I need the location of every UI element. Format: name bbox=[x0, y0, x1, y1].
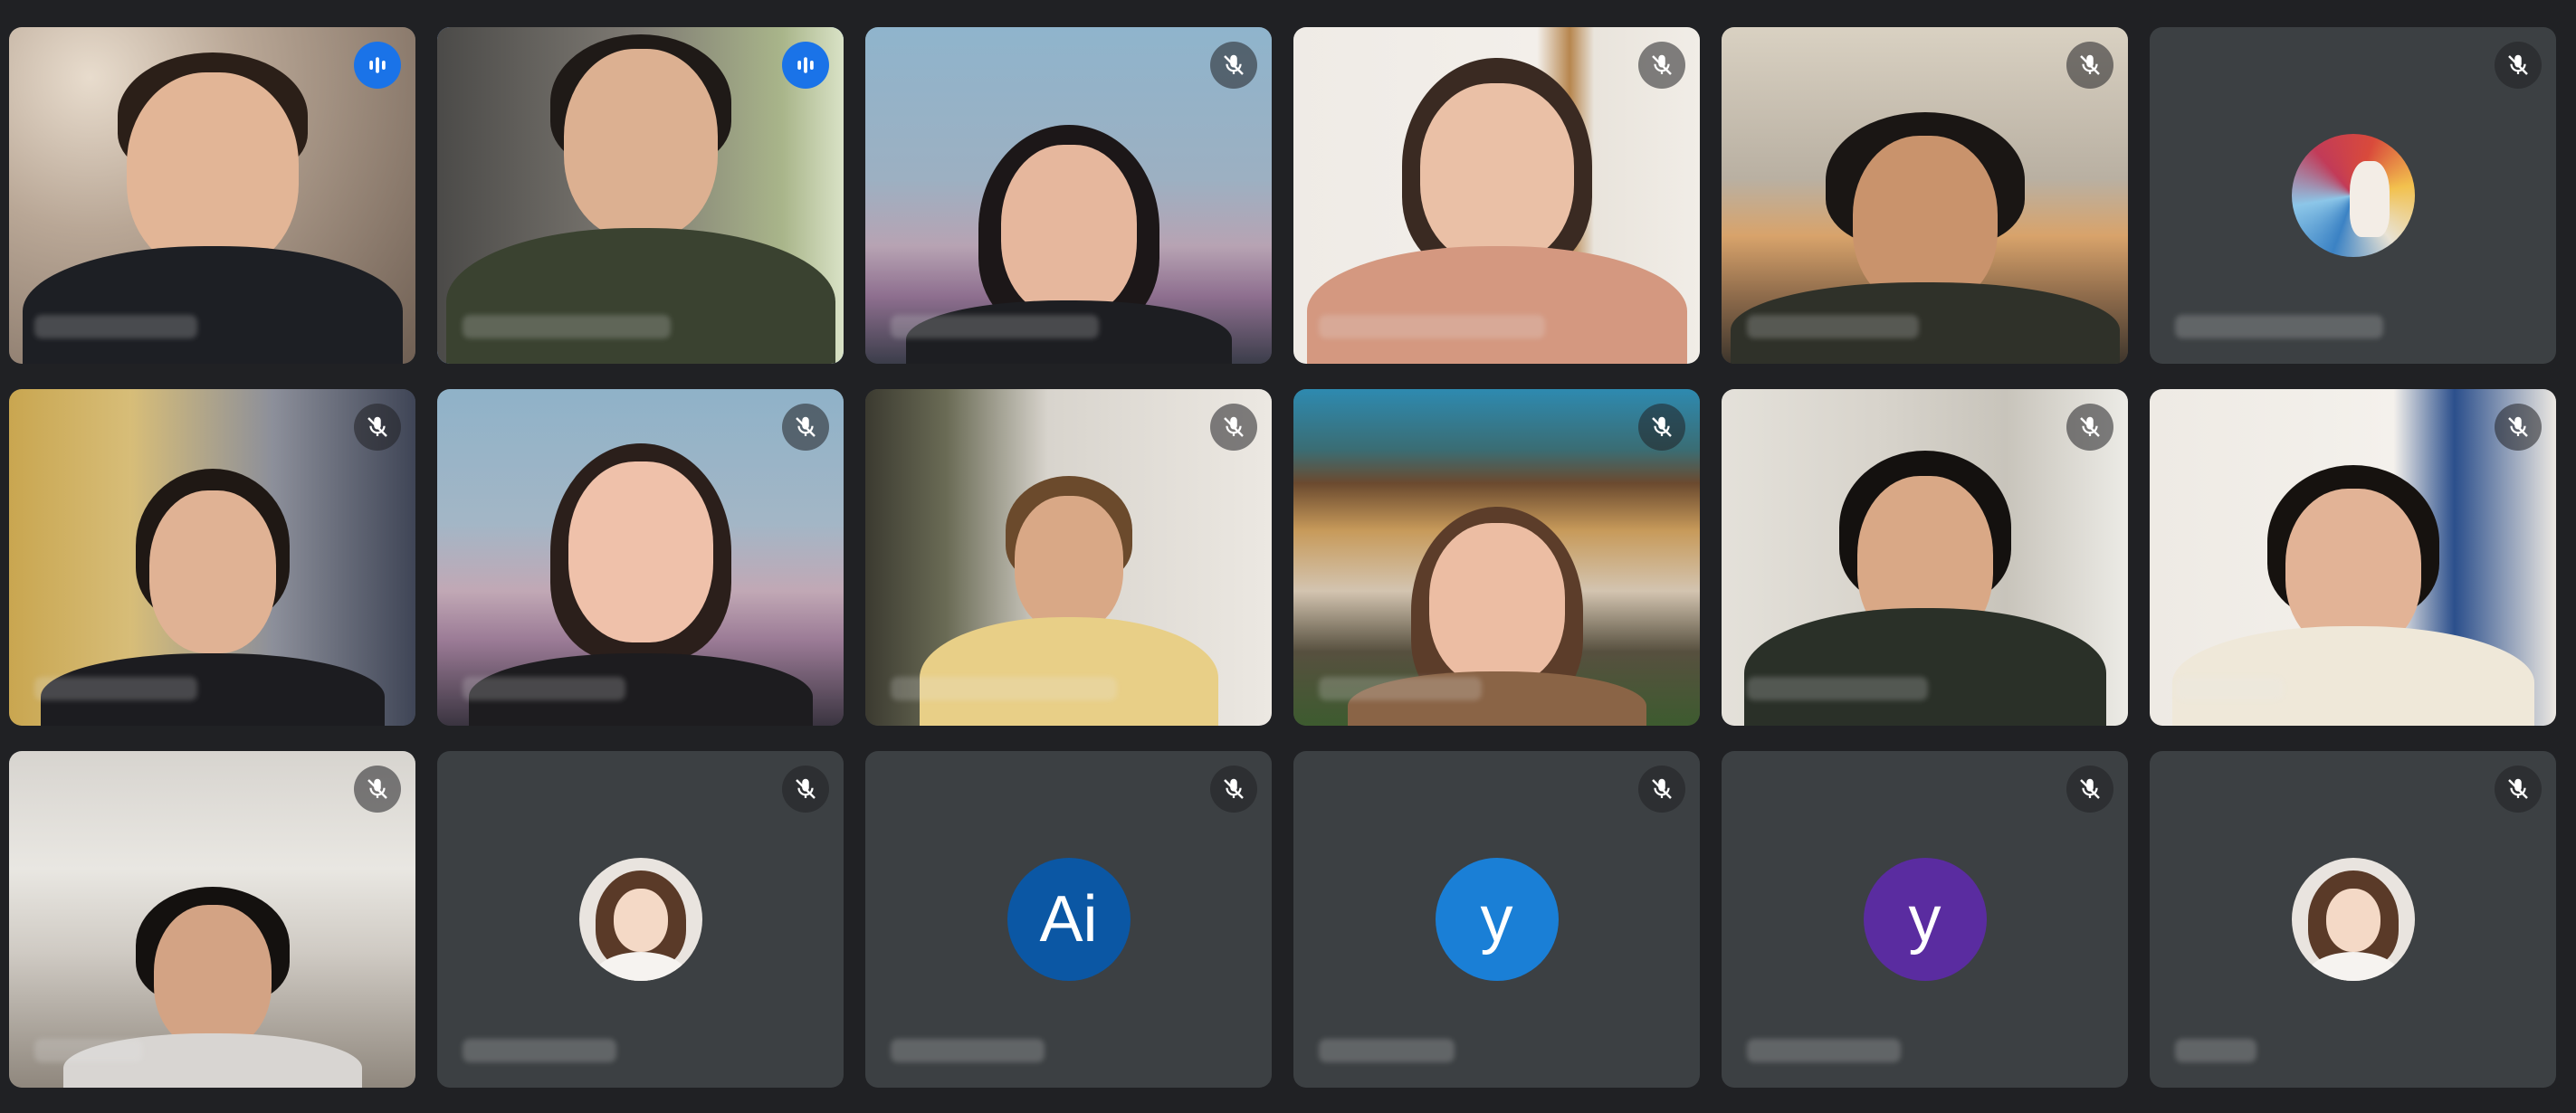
audio-level-icon bbox=[782, 42, 829, 89]
participant-tile[interactable] bbox=[1722, 27, 2128, 364]
video-feed bbox=[9, 751, 415, 1088]
participant-tile[interactable] bbox=[1722, 389, 2128, 726]
mic-off-icon bbox=[2066, 42, 2113, 89]
name-label-blurred bbox=[1319, 677, 1482, 700]
name-label-blurred bbox=[2175, 315, 2383, 338]
mic-off-icon bbox=[1638, 42, 1685, 89]
mic-off-icon bbox=[2495, 404, 2542, 451]
mic-off-icon bbox=[2066, 404, 2113, 451]
participant-tile[interactable] bbox=[2150, 27, 2556, 364]
video-feed bbox=[437, 389, 844, 726]
mic-off-icon bbox=[354, 404, 401, 451]
name-label-blurred bbox=[1319, 1039, 1455, 1062]
name-label-blurred bbox=[34, 1039, 143, 1062]
video-feed bbox=[1293, 27, 1700, 364]
participant-tile[interactable] bbox=[2150, 751, 2556, 1088]
mic-off-icon bbox=[782, 766, 829, 813]
mic-off-icon bbox=[1638, 766, 1685, 813]
name-label-blurred bbox=[1747, 677, 1928, 700]
video-feed bbox=[9, 389, 415, 726]
participant-tile[interactable] bbox=[2150, 389, 2556, 726]
name-label-blurred bbox=[2175, 1039, 2256, 1062]
participant-tile[interactable] bbox=[9, 751, 415, 1088]
participant-tile[interactable]: y bbox=[1722, 751, 2128, 1088]
mic-off-icon bbox=[2495, 42, 2542, 89]
mic-off-icon bbox=[782, 404, 829, 451]
participant-tile-active-speaker[interactable] bbox=[437, 27, 844, 364]
avatar-initials: Ai bbox=[1039, 883, 1098, 956]
mic-off-icon bbox=[2495, 766, 2542, 813]
participant-tile[interactable] bbox=[9, 389, 415, 726]
mic-off-icon bbox=[354, 766, 401, 813]
participant-tile[interactable] bbox=[865, 27, 1272, 364]
mic-off-icon bbox=[1210, 404, 1257, 451]
mic-off-icon bbox=[2066, 766, 2113, 813]
participant-avatar bbox=[578, 858, 702, 981]
name-label-blurred bbox=[34, 677, 197, 700]
participant-tile[interactable]: y bbox=[1293, 751, 1700, 1088]
participant-tile[interactable] bbox=[1293, 389, 1700, 726]
name-label-blurred bbox=[34, 315, 197, 338]
audio-level-icon bbox=[354, 42, 401, 89]
mic-off-icon bbox=[1210, 42, 1257, 89]
participant-tile[interactable] bbox=[437, 389, 844, 726]
name-label-blurred bbox=[463, 677, 625, 700]
participant-tile[interactable]: Ai bbox=[865, 751, 1272, 1088]
participant-tile[interactable] bbox=[437, 751, 844, 1088]
name-label-blurred bbox=[891, 315, 1099, 338]
participant-avatar: y bbox=[1435, 858, 1559, 981]
participant-grid: Ai y y bbox=[9, 27, 2567, 1088]
participant-avatar bbox=[2291, 134, 2415, 257]
name-label-blurred bbox=[1747, 315, 1919, 338]
participant-avatar: y bbox=[1863, 858, 1987, 981]
participant-avatar: Ai bbox=[1007, 858, 1131, 981]
participant-tile[interactable] bbox=[865, 389, 1272, 726]
video-feed bbox=[437, 27, 844, 364]
name-label-blurred bbox=[891, 1039, 1045, 1062]
mic-off-icon bbox=[1210, 766, 1257, 813]
video-feed bbox=[865, 389, 1272, 726]
video-feed bbox=[1722, 389, 2128, 726]
name-label-blurred bbox=[1319, 315, 1545, 338]
video-feed bbox=[2150, 389, 2556, 726]
name-label-blurred bbox=[1747, 1039, 1901, 1062]
avatar-initials: y bbox=[1480, 883, 1513, 956]
name-label-blurred bbox=[891, 677, 1117, 700]
name-label-blurred bbox=[463, 1039, 616, 1062]
participant-avatar bbox=[2291, 858, 2415, 981]
video-feed bbox=[1722, 27, 2128, 364]
name-label-blurred bbox=[2175, 677, 2284, 700]
video-feed bbox=[1293, 389, 1700, 726]
name-label-blurred bbox=[463, 315, 671, 338]
video-feed bbox=[865, 27, 1272, 364]
avatar-initials: y bbox=[1908, 883, 1942, 956]
video-feed bbox=[9, 27, 415, 364]
mic-off-icon bbox=[1638, 404, 1685, 451]
participant-tile[interactable] bbox=[1293, 27, 1700, 364]
participant-tile[interactable] bbox=[9, 27, 415, 364]
